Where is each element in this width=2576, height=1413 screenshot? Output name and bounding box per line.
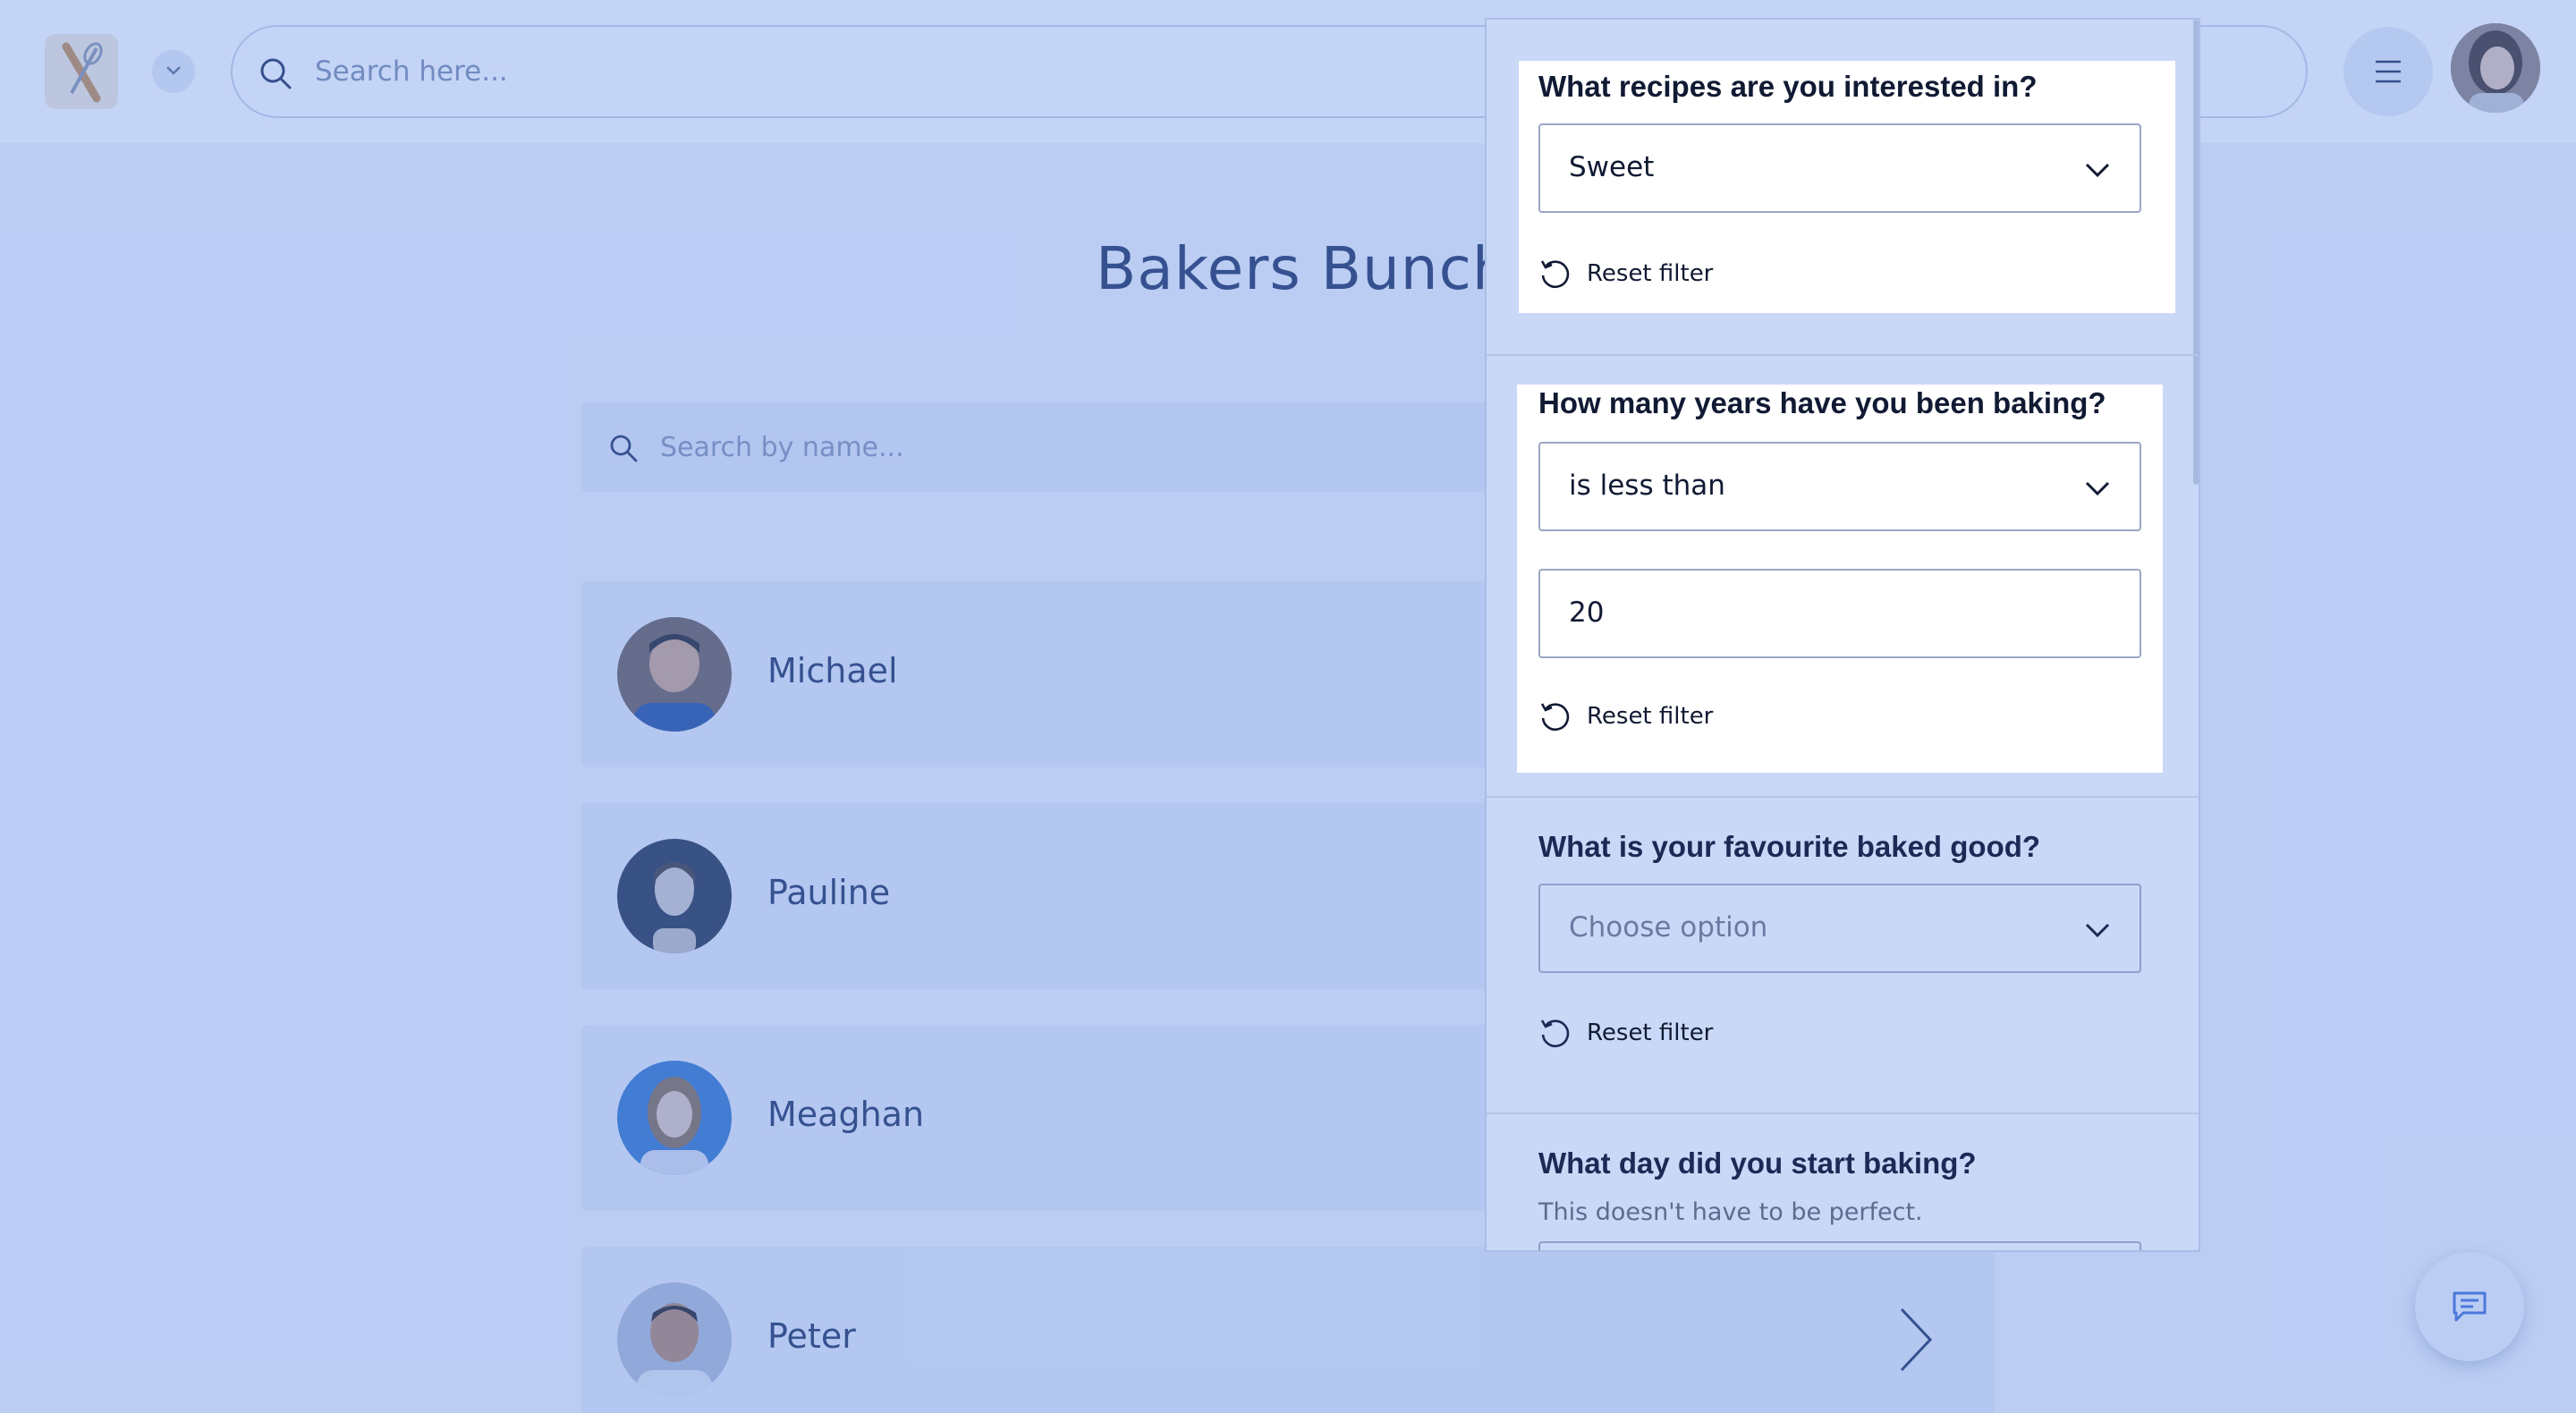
baked-good-select[interactable]: Choose option <box>1538 884 2141 973</box>
filter-question: What is your favourite baked good? <box>1538 830 2041 863</box>
years-operator-select[interactable]: is less than <box>1538 442 2141 531</box>
filter-divider <box>1487 796 2199 798</box>
select-placeholder: Choose option <box>1569 911 1768 943</box>
reset-rotate-icon <box>1540 260 1570 289</box>
filter-hint: This doesn't have to be perfect. <box>1538 1198 1923 1226</box>
reset-filter-button[interactable]: Reset filter <box>1538 256 1713 292</box>
reset-rotate-icon <box>1540 703 1570 732</box>
start-date-input[interactable] <box>1538 1241 2141 1250</box>
recipe-type-select[interactable]: Sweet <box>1538 123 2141 213</box>
select-value: is less than <box>1569 470 1725 502</box>
input-value: 20 <box>1569 597 1605 629</box>
reset-filter-button[interactable]: Reset filter <box>1538 1015 1713 1051</box>
reset-filter-label: Reset filter <box>1587 703 1714 730</box>
filter-question: How many years have you been baking? <box>1538 386 2106 419</box>
chevron-down-icon <box>2085 163 2110 178</box>
reset-rotate-icon <box>1540 1020 1570 1048</box>
filter-divider <box>1487 354 2199 356</box>
reset-filter-button[interactable]: Reset filter <box>1538 698 1713 734</box>
filter-panel-scrollbar[interactable] <box>2193 20 2199 485</box>
select-value: Sweet <box>1569 151 1655 183</box>
chevron-down-icon <box>2085 481 2110 496</box>
reset-filter-label: Reset filter <box>1587 1020 1714 1046</box>
filter-question: What day did you start baking? <box>1538 1146 1977 1180</box>
filter-panel: What recipes are you interested in? Swee… <box>1485 18 2200 1252</box>
reset-filter-label: Reset filter <box>1587 260 1714 287</box>
filter-question: What recipes are you interested in? <box>1538 70 2038 103</box>
filter-divider <box>1487 1113 2199 1114</box>
years-value-input[interactable]: 20 <box>1538 569 2141 658</box>
chevron-down-icon <box>2085 923 2110 938</box>
